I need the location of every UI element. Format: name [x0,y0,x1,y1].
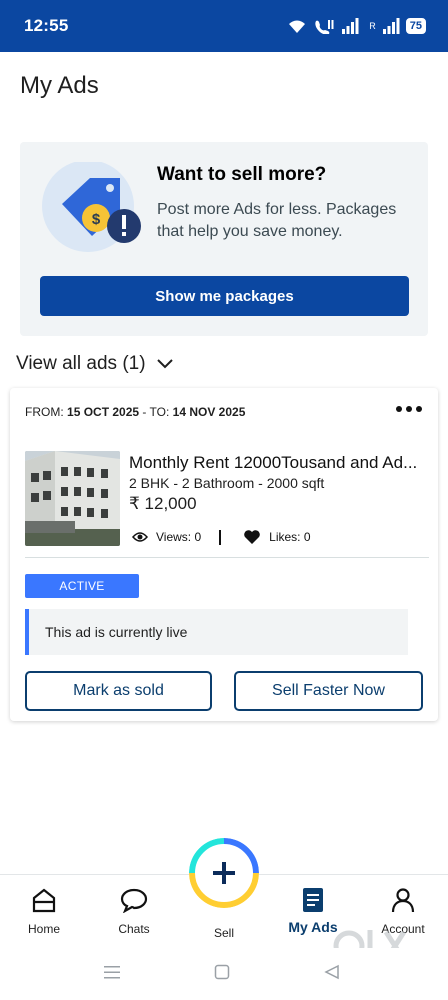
eye-icon [132,532,148,542]
chat-icon [120,888,148,913]
more-options-icon[interactable] [396,406,422,412]
status-bar: 12:55 R 75 [0,0,448,52]
ad-dates: FROM: 15 OCT 2025 - TO: 14 NOV 2025 [25,405,245,419]
stats-divider [219,529,222,545]
promo-heading: Want to sell more? [157,164,327,185]
likes-label: Likes: 0 [269,530,311,544]
nav-label-my-ads: My Ads [288,919,338,935]
view-all-ads-dropdown[interactable]: View all ads (1) [16,353,174,375]
ad-title: Monthly Rent 12000Tousand and Ad... [129,453,418,472]
volte-call-icon [315,20,334,34]
svg-text:$: $ [92,211,101,228]
nav-label-home: Home [27,922,60,936]
page-title: My Ads [20,72,99,99]
to-date: 14 NOV 2025 [172,405,246,419]
chevron-down-icon [156,359,173,369]
ad-price: ₹ 12,000 [129,494,197,513]
nav-label-sell: Sell [213,926,234,940]
back-icon[interactable] [324,964,340,980]
price-tag-illustration-icon: $ [42,162,141,252]
battery-indicator: 75 [405,18,426,34]
from-date: 15 OCT 2025 [67,405,140,419]
status-icons: R 75 [287,18,426,34]
ad-body[interactable]: Monthly Rent 12000Tousand and Ad... 2 BH… [25,440,429,558]
status-badge: ACTIVE [25,574,139,598]
signal-icon [342,18,359,34]
promo-text: Post more Ads for less. Packages that he… [157,201,397,240]
account-icon [391,888,415,913]
from-label: FROM: [25,405,64,419]
mark-as-sold-button[interactable]: Mark as sold [25,671,212,711]
ad-thumbnail [25,451,120,546]
ad-card: FROM: 15 OCT 2025 - TO: 14 NOV 2025 Mont… [10,388,438,721]
home-button-icon[interactable] [214,964,230,980]
views-label: Views: 0 [156,530,202,544]
show-packages-button[interactable]: Show me packages [40,276,409,316]
view-all-ads-label: View all ads (1) [16,353,146,374]
nav-item-sell[interactable]: Sell [189,917,259,940]
views-stat: Views: 0 [132,530,201,544]
system-nav-bar [0,948,448,1000]
signal-icon-2 [382,18,400,34]
promo-card: $ Want to sell more? Post more Ads for l… [20,142,428,336]
my-ads-icon [303,888,323,912]
wifi-icon [289,20,306,33]
nav-item-home[interactable]: Home [9,887,79,936]
roaming-label: R [369,21,376,31]
to-label: - TO: [142,405,170,419]
live-status-box: This ad is currently live [25,609,408,655]
recent-apps-icon[interactable] [103,964,121,980]
nav-item-chats[interactable]: Chats [99,887,169,936]
ad-stats: Views: 0 Likes: 0 [132,529,311,545]
live-status-text: This ad is currently live [45,624,188,640]
likes-stat: Likes: 0 [243,529,311,545]
heart-icon [244,530,260,544]
sell-faster-button[interactable]: Sell Faster Now [234,671,423,711]
home-icon [32,888,56,913]
sell-fab-button[interactable] [189,838,259,908]
ad-details: 2 BHK - 2 Bathroom - 2000 sqft [129,475,325,491]
status-time: 12:55 [24,16,69,35]
nav-label-chats: Chats [118,922,150,936]
